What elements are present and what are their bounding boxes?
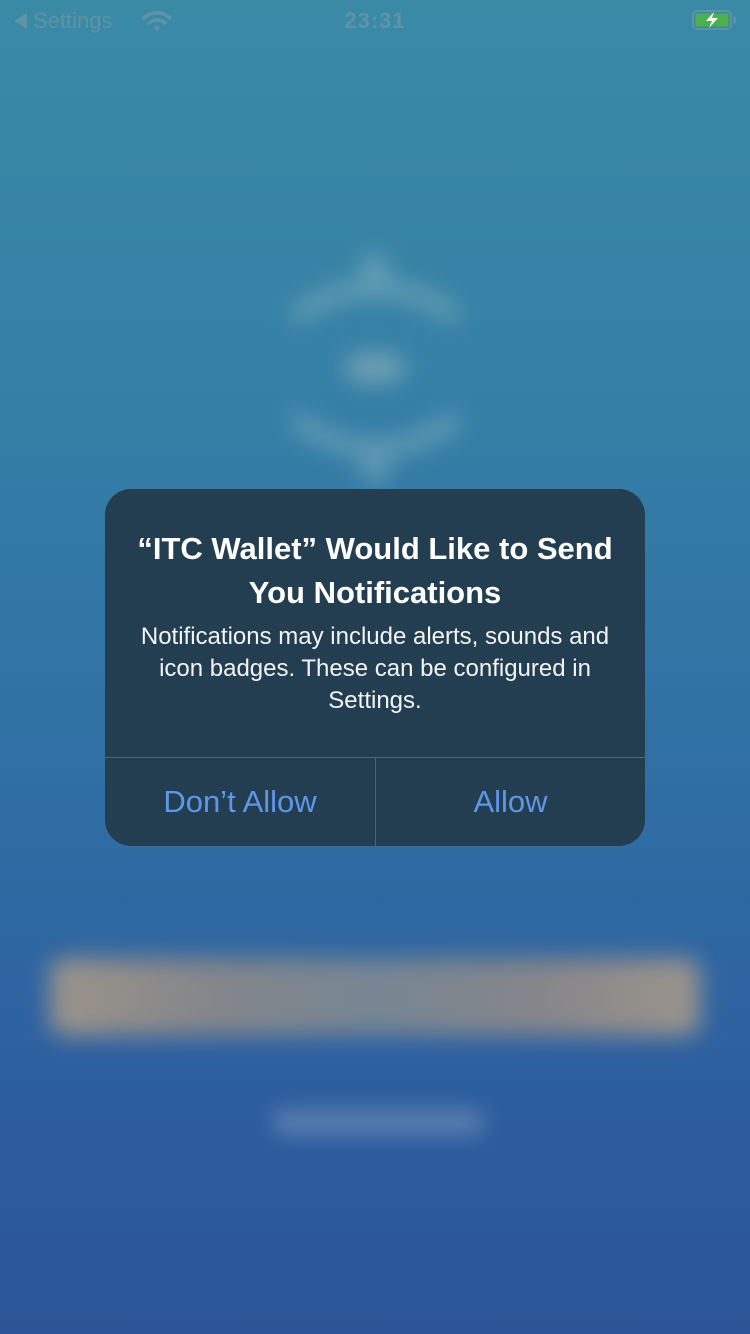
battery-charging-icon — [692, 10, 736, 30]
alert-title: “ITC Wallet” Would Like to Send You Noti… — [137, 531, 613, 610]
alert-message: Notifications may include alerts, sounds… — [140, 623, 610, 714]
dont-allow-button[interactable]: Don’t Allow — [105, 758, 375, 846]
alert-body: “ITC Wallet” Would Like to Send You Noti… — [105, 489, 645, 757]
secondary-link-blurred — [272, 1108, 484, 1136]
app-logo-blurred — [286, 252, 464, 484]
status-time: 23:31 — [344, 8, 406, 33]
notification-permission-alert: “ITC Wallet” Would Like to Send You Noti… — [105, 489, 645, 846]
primary-button-blurred — [50, 958, 700, 1036]
status-bar: Settings 23:31 — [0, 0, 750, 40]
allow-button[interactable]: Allow — [376, 758, 645, 846]
